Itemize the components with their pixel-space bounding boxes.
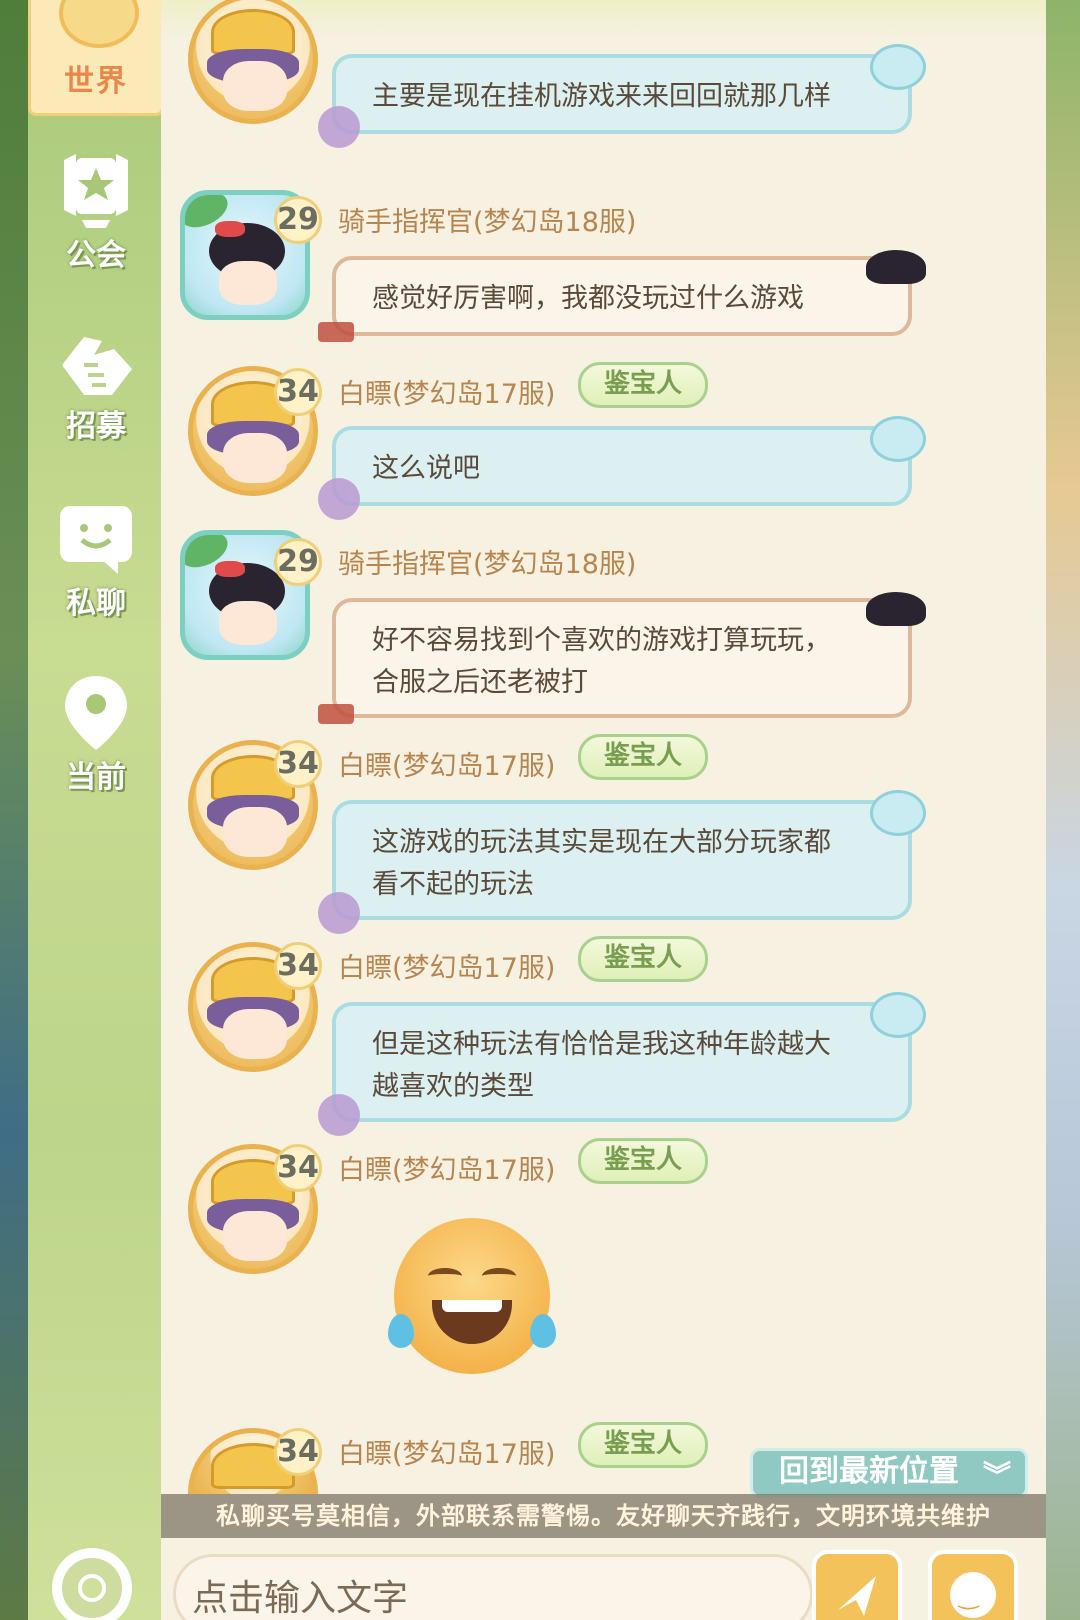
- level-badge: 34: [274, 740, 322, 788]
- tab-world[interactable]: 世界: [28, 0, 175, 116]
- message-bubble[interactable]: 感觉好厉害啊，我都没玩过什么游戏: [318, 250, 926, 342]
- tab-recruit-label: 招募: [66, 409, 126, 444]
- level-badge: 34: [274, 368, 322, 416]
- message-text-line: 合服之后还老被打: [372, 667, 588, 698]
- sender-name[interactable]: 白瞟(梦幻岛17服): [338, 372, 555, 411]
- tab-private-chat-label: 私聊: [66, 586, 126, 621]
- message-text: 感觉好厉害啊，我都没玩过什么游戏: [372, 283, 804, 314]
- globe-icon: [59, 0, 139, 48]
- level-badge: 34: [274, 1144, 322, 1192]
- game-background-left: [0, 0, 30, 1620]
- title-badge: 鉴宝人: [578, 1422, 708, 1468]
- sender-name[interactable]: 骑手指挥官(梦幻岛18服): [338, 542, 636, 581]
- sender-name[interactable]: 白瞟(梦幻岛17服): [338, 946, 555, 985]
- message-text-line: 但是这种玩法有恰恰是我这种年龄越大: [372, 1029, 831, 1060]
- message-bubble[interactable]: 好不容易找到个喜欢的游戏打算玩玩， 合服之后还老被打: [318, 592, 926, 724]
- message-bubble[interactable]: 主要是现在挂机游戏来来回回就那几样: [318, 44, 926, 148]
- chat-input[interactable]: [192, 1575, 792, 1620]
- tab-current[interactable]: 当前: [28, 672, 164, 796]
- message-text-line: 好不容易找到个喜欢的游戏打算玩玩，: [372, 625, 831, 656]
- title-badge: 鉴宝人: [578, 1138, 708, 1184]
- tab-private-chat[interactable]: 私聊: [28, 502, 164, 622]
- tab-guild[interactable]: 公会: [28, 150, 164, 274]
- safety-notice: 私聊买号莫相信，外部联系需警惕。友好聊天齐践行，文明环境共维护: [161, 1494, 1046, 1538]
- title-badge: 鉴宝人: [578, 362, 708, 408]
- level-badge: 34: [274, 942, 322, 990]
- handshake-icon: [62, 337, 132, 395]
- sender-name[interactable]: 骑手指挥官(梦幻岛18服): [338, 200, 636, 239]
- tab-recruit[interactable]: 招募: [28, 325, 164, 445]
- message-text-line: 越喜欢的类型: [372, 1071, 534, 1102]
- message-text-line: 这游戏的玩法其实是现在大部分玩家都: [372, 827, 831, 858]
- location-pin-icon: [65, 676, 127, 750]
- jump-to-latest-button[interactable]: 回到最新位置 ︾: [750, 1448, 1028, 1498]
- sender-name[interactable]: 白瞟(梦幻岛17服): [338, 1432, 555, 1471]
- send-arrow-icon: [838, 1576, 876, 1616]
- jump-to-latest-label: 回到最新位置: [779, 1454, 959, 1489]
- title-badge: 鉴宝人: [578, 936, 708, 982]
- send-button[interactable]: [812, 1550, 902, 1620]
- double-chevron-down-icon: ︾: [982, 1459, 1011, 1492]
- message-text-line: 看不起的玩法: [372, 869, 534, 900]
- message-bubble[interactable]: 但是这种玩法有恰恰是我这种年龄越大 越喜欢的类型: [318, 992, 926, 1136]
- tab-current-label: 当前: [66, 760, 126, 795]
- message-bubble[interactable]: 这么说吧: [318, 416, 926, 520]
- message-bubble[interactable]: 这游戏的玩法其实是现在大部分玩家都 看不起的玩法: [318, 790, 926, 934]
- level-badge: 34: [274, 1428, 322, 1476]
- laughing-crying-emoji-sticker[interactable]: [388, 1218, 556, 1374]
- tab-guild-label: 公会: [66, 238, 126, 273]
- message-text: 这么说吧: [372, 453, 480, 484]
- smiley-icon: [950, 1572, 996, 1618]
- avatar[interactable]: [188, 0, 318, 124]
- level-badge: 29: [274, 538, 322, 586]
- emoji-button[interactable]: [928, 1550, 1018, 1620]
- chat-input-container[interactable]: [173, 1554, 813, 1620]
- guild-icon: [64, 154, 128, 228]
- gear-icon[interactable]: [52, 1548, 132, 1620]
- chat-bubble-icon: [60, 506, 132, 574]
- tab-world-label: 世界: [64, 64, 128, 99]
- level-badge: 29: [274, 196, 322, 244]
- sender-name[interactable]: 白瞟(梦幻岛17服): [338, 744, 555, 783]
- message-text: 主要是现在挂机游戏来来回回就那几样: [372, 81, 831, 112]
- sender-name[interactable]: 白瞟(梦幻岛17服): [338, 1148, 555, 1187]
- title-badge: 鉴宝人: [578, 734, 708, 780]
